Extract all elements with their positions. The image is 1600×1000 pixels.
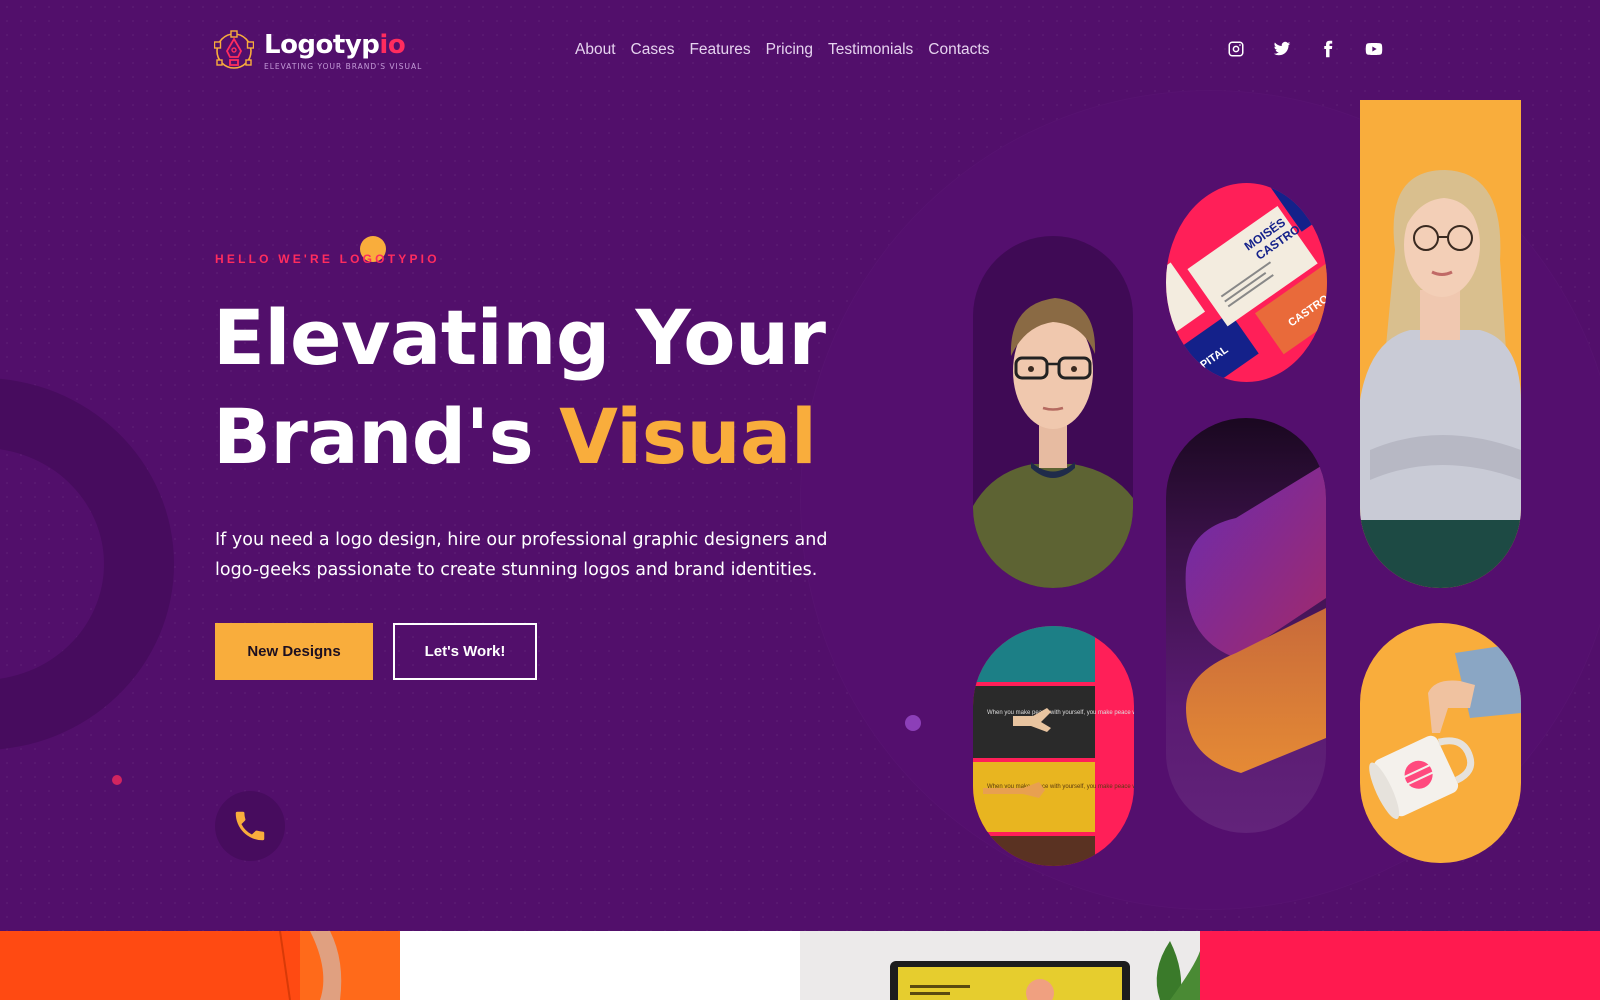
decorative-ring [0,378,174,750]
decorative-dot [112,775,122,785]
case-thumbnail[interactable] [1200,931,1600,1000]
cans-tile: When you make peace with yourself, you m… [973,626,1134,866]
youtube-icon[interactable] [1364,38,1384,60]
case-thumbnail[interactable] [800,931,1200,1000]
business-card-tile: CAPITAL MOISÉS CASTRO CASTRO CA [1166,183,1327,382]
business-card-image: CAPITAL MOISÉS CASTRO CASTRO CA [1166,183,1327,382]
abstract-logo-image [1185,463,1326,773]
nav-contacts[interactable]: Contacts [928,41,989,59]
case-thumbnail[interactable] [0,931,400,1000]
portrait-man-tile [973,236,1133,588]
nav-cases[interactable]: Cases [631,41,675,59]
phone-icon [235,811,265,841]
facebook-icon[interactable] [1318,38,1338,60]
nav-features[interactable]: Features [689,41,750,59]
logo-tagline: ELEVATING YOUR BRAND'S VISUAL [264,62,423,71]
mug-tile [1360,623,1521,863]
portrait-woman-tile [1360,100,1521,588]
logo-name: Logotypio [264,30,406,60]
logo[interactable]: Logotypio ELEVATING YOUR BRAND'S VISUAL [214,29,422,73]
main-nav: About Cases Features Pricing Testimonial… [575,41,989,59]
cans-image: When you make peace with yourself, you m… [973,626,1134,866]
nav-pricing[interactable]: Pricing [766,41,813,59]
hero-headline: Elevating Your Brand's Visual [213,293,826,481]
twitter-icon[interactable] [1272,38,1292,60]
headline-accent: Visual [559,392,817,481]
nav-about[interactable]: About [575,41,616,59]
cases-strip [0,931,1600,1000]
portrait-man-image [973,298,1133,588]
phone-button[interactable] [215,791,285,861]
social-links [1226,38,1384,60]
portrait-woman-image [1360,170,1521,588]
case-thumbnail[interactable] [400,931,800,1000]
lets-work-button[interactable]: Let's Work! [393,623,537,680]
pen-tool-icon [214,30,254,69]
new-designs-button[interactable]: New Designs [215,623,373,680]
hero-eyebrow: HELLO WE'RE LOGOTYPIO [215,252,440,266]
decorative-dot [905,715,921,731]
svg-text:When you make peace with yours: When you make peace with yourself, you m… [987,710,1134,716]
mug-image [1369,643,1521,820]
hero-description: If you need a logo design, hire our prof… [215,530,828,580]
instagram-icon[interactable] [1226,38,1246,60]
abstract-logo-tile [1166,418,1326,833]
nav-testimonials[interactable]: Testimonials [828,41,913,59]
